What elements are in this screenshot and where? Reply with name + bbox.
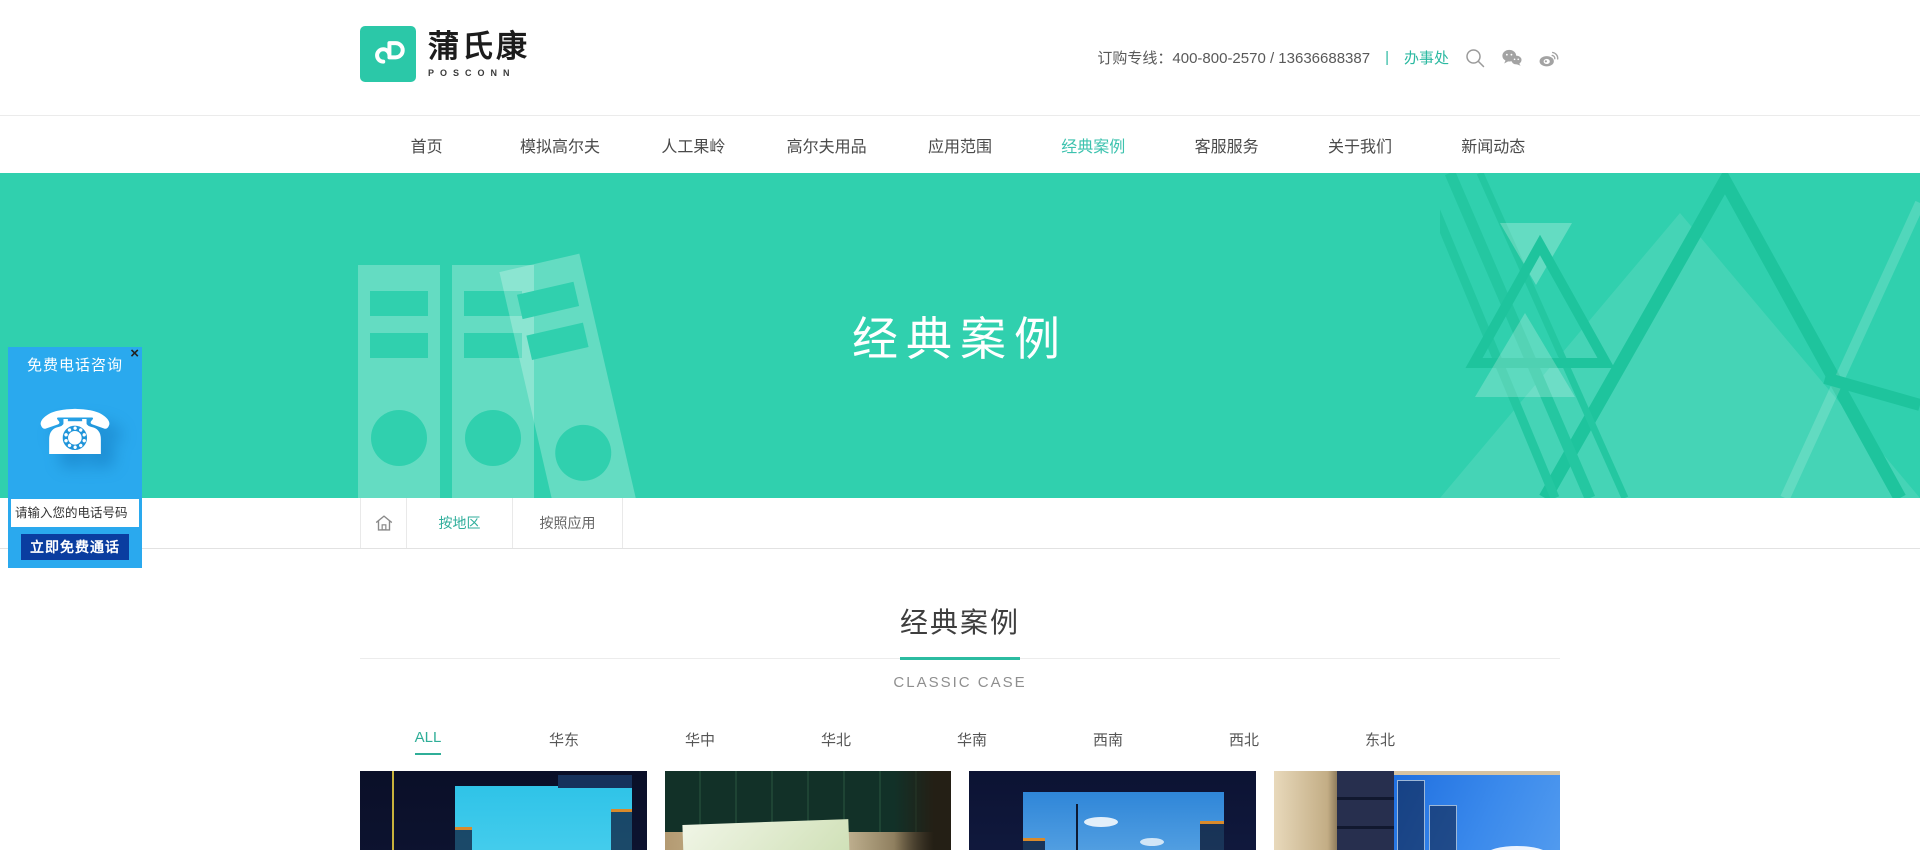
filter-northeast[interactable]: 东北 xyxy=(1312,729,1448,750)
case-gallery xyxy=(360,771,1560,850)
nav-item-classic-cases[interactable]: 经典案例 xyxy=(1027,116,1160,173)
main-navigation: 首页 模拟高尔夫 人工果岭 高尔夫用品 应用范围 经典案例 客服服务 关于我们 … xyxy=(0,115,1920,173)
banner-title: 经典案例 xyxy=(0,173,1920,498)
case-photo[interactable] xyxy=(969,771,1256,850)
hotline-separator: | xyxy=(1385,49,1389,66)
phone-number-input[interactable] xyxy=(11,499,139,527)
nav-item-simulated-golf[interactable]: 模拟高尔夫 xyxy=(493,116,626,173)
office-link[interactable]: 办事处 xyxy=(1404,47,1449,68)
section-subtitle: CLASSIC CASE xyxy=(0,674,1920,691)
filter-south-china[interactable]: 华南 xyxy=(904,729,1040,750)
brand-latin: POSCONN xyxy=(428,68,530,78)
nav-item-home[interactable]: 首页 xyxy=(360,116,493,173)
logo-mark-icon xyxy=(360,26,416,82)
free-call-widget: × 免费电话咨询 ☎ 立即免费通话 xyxy=(8,347,142,568)
nav-item-customer-service[interactable]: 客服服务 xyxy=(1160,116,1293,173)
brand-logo[interactable]: 蒲氏康 POSCONN xyxy=(360,26,530,82)
tab-by-region[interactable]: 按地区 xyxy=(407,498,513,548)
case-photo[interactable] xyxy=(665,771,952,850)
breadcrumb: 按地区 按照应用 xyxy=(0,498,1920,549)
wechat-icon[interactable] xyxy=(1501,47,1523,69)
brand-name: 蒲氏康 xyxy=(428,30,530,64)
nav-item-artificial-green[interactable]: 人工果岭 xyxy=(627,116,760,173)
home-icon[interactable] xyxy=(360,498,407,548)
case-photo[interactable] xyxy=(360,771,647,850)
free-call-title: 免费电话咨询 xyxy=(8,347,142,375)
close-icon[interactable]: × xyxy=(130,346,139,362)
case-photo[interactable] xyxy=(1274,771,1561,850)
filter-north-china[interactable]: 华北 xyxy=(768,729,904,750)
section-title: 经典案例 xyxy=(0,601,1920,641)
site-header: 蒲氏康 POSCONN 订购专线：400-800-2570 / 13636688… xyxy=(0,0,1920,115)
telephone-icon: ☎ xyxy=(8,375,142,493)
free-call-button[interactable]: 立即免费通话 xyxy=(21,534,129,560)
region-filter-tabs: ALL 华东 华中 华北 华南 西南 西北 东北 xyxy=(360,729,1560,750)
filter-central-china[interactable]: 华中 xyxy=(632,729,768,750)
weibo-icon[interactable] xyxy=(1538,47,1560,69)
nav-item-news[interactable]: 新闻动态 xyxy=(1427,116,1560,173)
hero-banner: 经典案例 xyxy=(0,173,1920,498)
nav-item-golf-supplies[interactable]: 高尔夫用品 xyxy=(760,116,893,173)
tab-by-application[interactable]: 按照应用 xyxy=(513,498,623,548)
filter-southwest[interactable]: 西南 xyxy=(1040,729,1176,750)
section-divider xyxy=(360,658,1560,659)
hotline-text: 订购专线：400-800-2570 / 13636688387 xyxy=(1097,47,1370,68)
nav-item-applications[interactable]: 应用范围 xyxy=(893,116,1026,173)
search-icon[interactable] xyxy=(1464,47,1486,69)
filter-all[interactable]: ALL xyxy=(360,729,496,750)
filter-northwest[interactable]: 西北 xyxy=(1176,729,1312,750)
filter-east-china[interactable]: 华东 xyxy=(496,729,632,750)
nav-item-about-us[interactable]: 关于我们 xyxy=(1293,116,1426,173)
